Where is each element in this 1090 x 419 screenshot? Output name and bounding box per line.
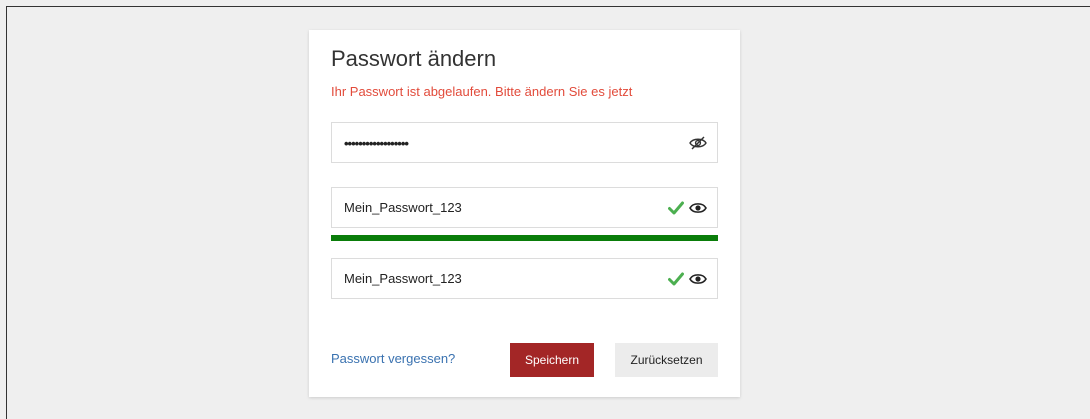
new-password-field[interactable] (331, 187, 718, 228)
new-password-input[interactable] (344, 188, 644, 227)
current-password-field[interactable]: •••••••••••••••••• (331, 122, 718, 163)
confirm-password-input[interactable] (344, 259, 644, 298)
dialog-title: Passwort ändern (331, 46, 497, 71)
current-password-masked[interactable]: •••••••••••••••••• (344, 136, 409, 151)
password-strength-fill (331, 235, 718, 241)
check-icon (667, 270, 685, 288)
check-icon (667, 199, 685, 217)
password-strength-bar (331, 235, 718, 241)
reset-button[interactable]: Zurücksetzen (615, 343, 718, 377)
save-button[interactable]: Speichern (510, 343, 594, 377)
error-message: Ihr Passwort ist abgelaufen. Bitte änder… (331, 84, 633, 99)
forgot-password-link[interactable]: Passwort vergessen? (331, 351, 455, 366)
confirm-password-field[interactable] (331, 258, 718, 299)
change-password-dialog: Passwort ändern Ihr Passwort ist abgelau… (309, 30, 740, 397)
eye-icon[interactable] (689, 270, 707, 288)
eye-icon[interactable] (689, 199, 707, 217)
eye-slash-icon[interactable] (689, 134, 707, 152)
